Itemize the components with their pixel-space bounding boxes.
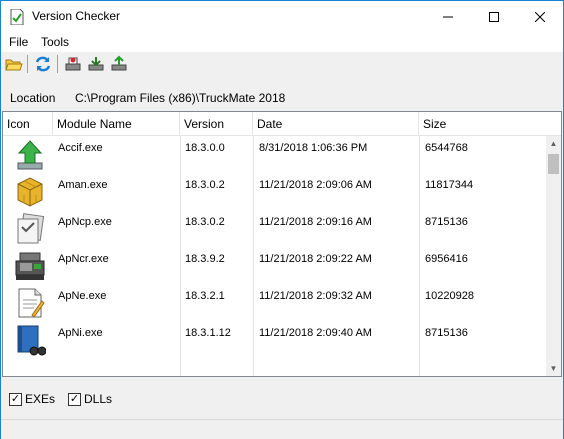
table-row[interactable]: ApNe.exe 18.3.2.1 11/21/2018 2:09:32 AM … <box>3 284 546 321</box>
maximize-button[interactable] <box>471 1 517 32</box>
upload-icon[interactable] <box>110 55 128 73</box>
version: 18.3.1.12 <box>185 327 231 339</box>
column-header-date[interactable]: Date <box>253 112 419 136</box>
book-binoculars-icon <box>14 324 47 356</box>
size: 11817344 <box>425 179 474 191</box>
module-name: Aman.exe <box>58 179 108 191</box>
menu-file[interactable]: File <box>9 35 28 49</box>
app-checklist-icon <box>10 8 24 26</box>
version: 18.3.0.2 <box>185 179 225 191</box>
version: 18.3.0.0 <box>185 142 225 154</box>
toolbar-separator <box>57 55 58 73</box>
version: 18.3.2.1 <box>185 290 225 302</box>
date: 11/21/2018 2:09:32 AM <box>259 290 372 302</box>
module-name: Accif.exe <box>58 142 103 154</box>
app-window: Version Checker File Tools Location C:\P… <box>0 0 564 439</box>
exes-checkbox[interactable]: ✓ EXEs <box>9 392 55 406</box>
column-header-size[interactable]: Size <box>419 112 561 136</box>
location-label: Location <box>10 91 56 105</box>
open-folder-icon[interactable] <box>5 55 23 73</box>
column-header-module-name[interactable]: Module Name <box>53 112 180 136</box>
menu-bar: File Tools <box>1 32 563 52</box>
exes-label: EXEs <box>25 392 56 406</box>
date: 11/21/2018 2:09:22 AM <box>259 253 372 265</box>
yellow-cube-icon <box>14 176 46 208</box>
table-row[interactable]: Accif.exe 18.3.0.0 8/31/2018 1:06:36 PM … <box>3 136 546 173</box>
close-button[interactable] <box>517 1 563 32</box>
dlls-checkbox[interactable]: ✓ DLLs <box>68 392 112 406</box>
footer-panel: ✓ EXEs ✓ DLLs <box>1 377 563 439</box>
checkmark-icon[interactable]: ✓ <box>68 392 81 406</box>
module-list[interactable]: Icon Module Name Version Date Size Accif… <box>2 111 562 377</box>
size: 8715136 <box>425 327 468 339</box>
download-icon[interactable] <box>87 55 105 73</box>
list-header: Icon Module Name Version Date Size <box>3 112 561 136</box>
checkmark-icon[interactable]: ✓ <box>9 392 22 406</box>
date: 11/21/2018 2:09:06 AM <box>259 179 372 191</box>
print-icon[interactable] <box>64 55 82 73</box>
minimize-button[interactable] <box>425 1 471 32</box>
notepad-icon <box>14 287 46 319</box>
date: 11/21/2018 2:09:16 AM <box>259 216 372 228</box>
table-row[interactable]: ApNcp.exe 18.3.0.2 11/21/2018 2:09:16 AM… <box>3 210 546 247</box>
size: 8715136 <box>425 216 468 228</box>
scroll-thumb[interactable] <box>548 154 559 174</box>
size: 10220928 <box>425 290 474 302</box>
column-header-version[interactable]: Version <box>180 112 253 136</box>
size: 6956416 <box>425 253 468 265</box>
table-row[interactable]: ApNi.exe 18.3.1.12 11/21/2018 2:09:40 AM… <box>3 321 546 358</box>
module-name: ApNcp.exe <box>58 216 112 228</box>
document-stack-icon <box>14 213 46 245</box>
toolbar <box>1 52 563 76</box>
scroll-up-icon[interactable]: ▲ <box>546 136 561 151</box>
status-bar <box>1 419 563 439</box>
toolbar-separator <box>27 55 28 73</box>
dlls-label: DLLs <box>84 392 113 406</box>
table-row[interactable]: Aman.exe 18.3.0.2 11/21/2018 2:09:06 AM … <box>3 173 546 210</box>
window-title: Version Checker <box>32 9 121 23</box>
module-name: ApNe.exe <box>58 290 107 302</box>
module-name: ApNcr.exe <box>58 253 109 265</box>
size: 6544768 <box>425 142 468 154</box>
date: 8/31/2018 1:06:36 PM <box>259 142 368 154</box>
module-name: ApNi.exe <box>58 327 103 339</box>
vertical-scrollbar[interactable]: ▲ ▼ <box>546 136 561 376</box>
refresh-icon[interactable] <box>34 55 52 73</box>
menu-tools[interactable]: Tools <box>41 35 69 49</box>
title-bar: Version Checker <box>1 1 563 32</box>
green-arrow-icon <box>14 139 46 171</box>
table-row[interactable]: ApNcr.exe 18.3.9.2 11/21/2018 2:09:22 AM… <box>3 247 546 284</box>
date: 11/21/2018 2:09:40 AM <box>259 327 372 339</box>
column-header-icon[interactable]: Icon <box>3 112 53 136</box>
version: 18.3.9.2 <box>185 253 225 265</box>
location-path: C:\Program Files (x86)\TruckMate 2018 <box>75 91 286 105</box>
version: 18.3.0.2 <box>185 216 225 228</box>
scroll-down-icon[interactable]: ▼ <box>546 361 561 376</box>
cash-register-icon <box>14 250 46 282</box>
